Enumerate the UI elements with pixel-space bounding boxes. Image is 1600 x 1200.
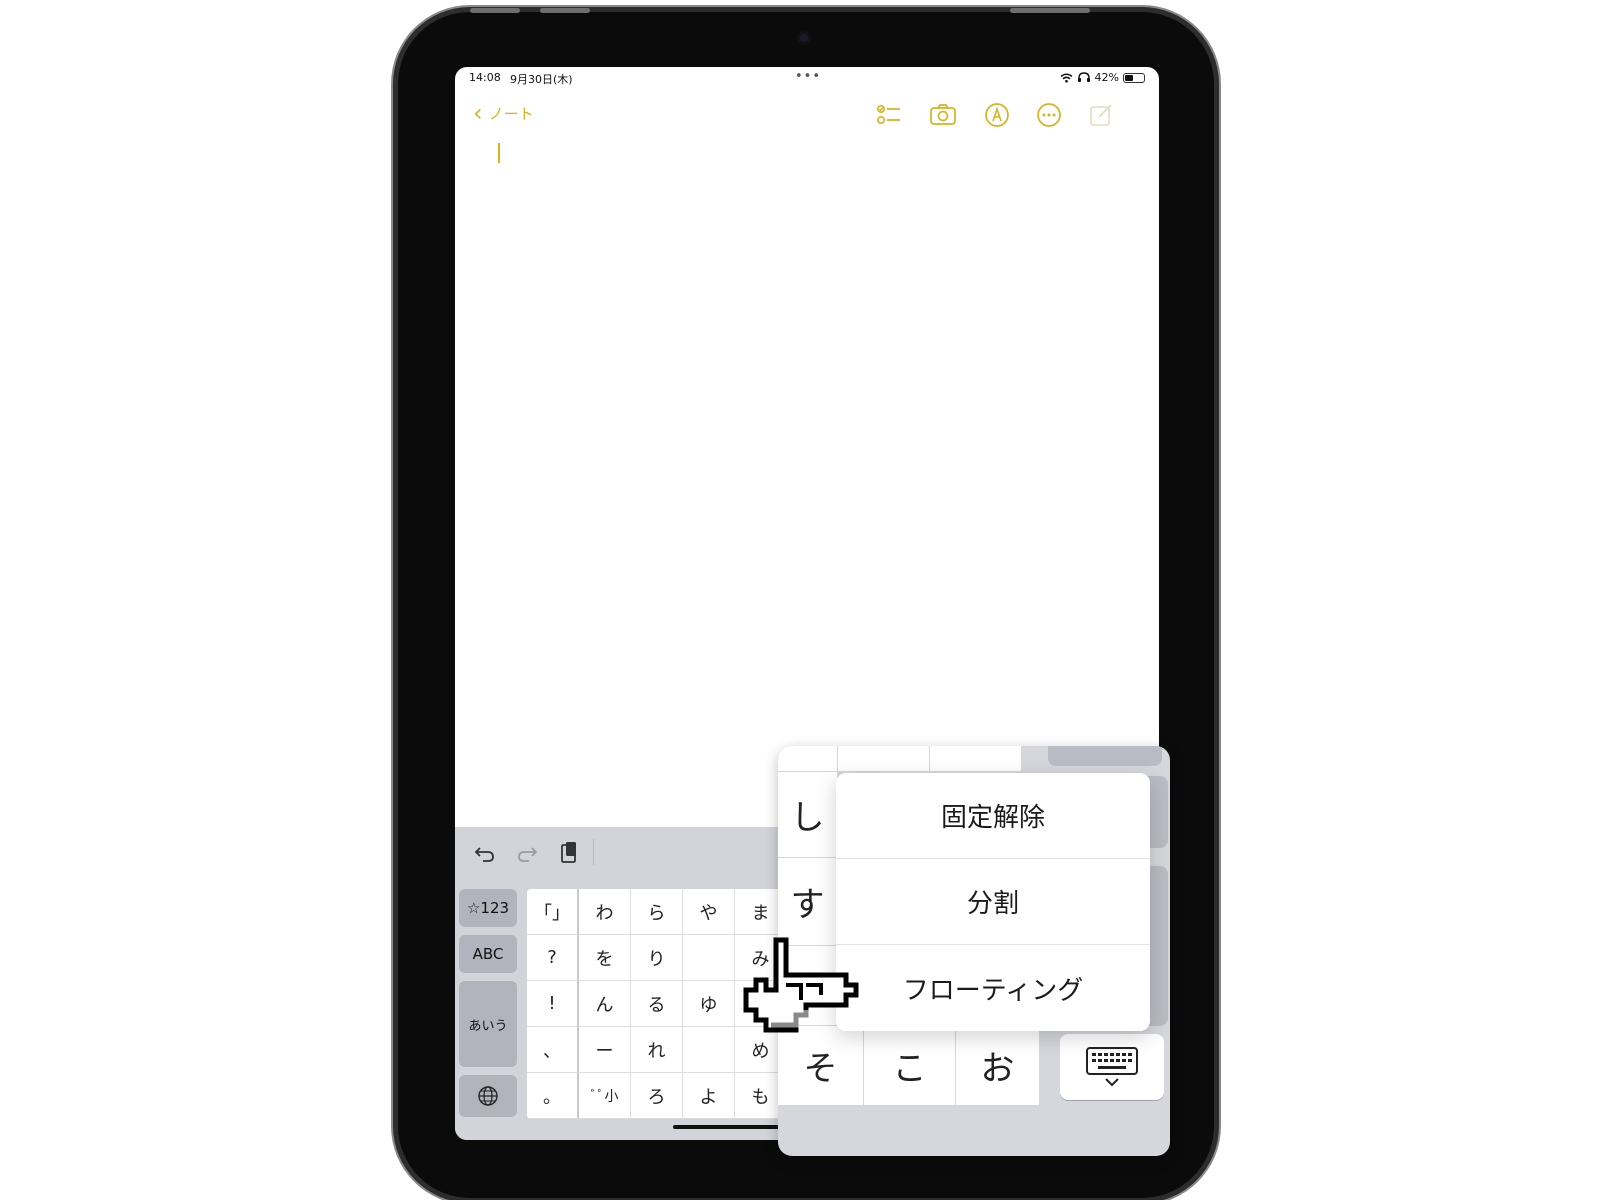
key-shi[interactable]: し [778, 772, 838, 858]
key-top-fragment [778, 746, 838, 772]
abc-key[interactable]: ABC [459, 935, 517, 973]
stage: 14:08 9月30日(木) ••• 42% ‹ ノート ☆123 ABC あい… [0, 0, 1600, 1200]
kana-key[interactable]: あいう [459, 981, 517, 1067]
volume-button [470, 8, 520, 13]
status-date: 9月30日(木) [510, 73, 573, 86]
paste-icon[interactable] [555, 839, 583, 867]
volume-button [540, 8, 590, 13]
kana-key[interactable]: ﾞﾟ小 [579, 1073, 631, 1119]
camera-icon[interactable] [929, 101, 957, 129]
battery-icon [1123, 72, 1145, 83]
status-time: 14:08 [469, 71, 501, 84]
kana-key[interactable]: や [683, 889, 735, 935]
kana-key[interactable]: ゆ [683, 981, 735, 1027]
toolbar-separator [593, 839, 594, 865]
top-button [1010, 8, 1090, 13]
keyboard-dismiss-button[interactable] [1060, 1034, 1164, 1100]
text-cursor [498, 143, 500, 163]
kana-key[interactable]: わ [579, 889, 631, 935]
key-o[interactable]: お [956, 1026, 1040, 1106]
kana-key[interactable]: ? [527, 935, 579, 981]
kana-key[interactable]: ん [579, 981, 631, 1027]
kana-key[interactable]: り [631, 935, 683, 981]
multitasking-dots-icon[interactable]: ••• [795, 69, 821, 84]
globe-icon [478, 1086, 498, 1106]
kana-key[interactable]: 。 [527, 1073, 579, 1119]
back-label: ノート [488, 104, 534, 123]
headphones-icon [1077, 72, 1090, 82]
status-right: 42% [1060, 71, 1145, 84]
back-button[interactable]: ‹ ノート [473, 101, 534, 125]
kana-key[interactable]: よ [683, 1073, 735, 1119]
pointing-hand-cursor-icon [743, 937, 859, 1033]
markup-icon[interactable] [983, 101, 1011, 129]
home-indicator[interactable] [673, 1125, 793, 1129]
numbers-key[interactable]: ☆123 [459, 889, 517, 927]
wifi-icon [1060, 73, 1073, 82]
kana-key[interactable]: ら [631, 889, 683, 935]
key-top-fragment [930, 746, 1022, 772]
battery-fill [1125, 74, 1133, 81]
globe-key[interactable] [459, 1075, 517, 1117]
chevron-left-icon: ‹ [473, 99, 483, 127]
gray-key-fragment [1048, 746, 1162, 766]
menu-item-undock[interactable]: 固定解除 [836, 773, 1150, 859]
front-camera [797, 31, 811, 45]
kana-key[interactable] [683, 935, 735, 981]
undo-icon[interactable] [471, 839, 499, 867]
kana-key[interactable]: を [579, 935, 631, 981]
kana-key[interactable]: る [631, 981, 683, 1027]
keyboard-dismiss-icon [1086, 1047, 1138, 1087]
kana-key[interactable] [683, 1027, 735, 1073]
kana-key[interactable]: ! [527, 981, 579, 1027]
compose-icon[interactable] [1087, 101, 1115, 129]
key-top-fragment [838, 746, 930, 772]
kana-key[interactable]: ろ [631, 1073, 683, 1119]
more-icon[interactable] [1035, 101, 1063, 129]
status-bar: 14:08 9月30日(木) ••• 42% [455, 67, 1159, 89]
redo-icon[interactable] [513, 839, 541, 867]
kana-key[interactable]: 「」 [527, 889, 579, 935]
kana-key[interactable]: 、 [527, 1027, 579, 1073]
checklist-icon[interactable] [875, 101, 903, 129]
kana-key[interactable]: れ [631, 1027, 683, 1073]
battery-percent: 42% [1094, 71, 1119, 84]
kana-key[interactable]: ー [579, 1027, 631, 1073]
